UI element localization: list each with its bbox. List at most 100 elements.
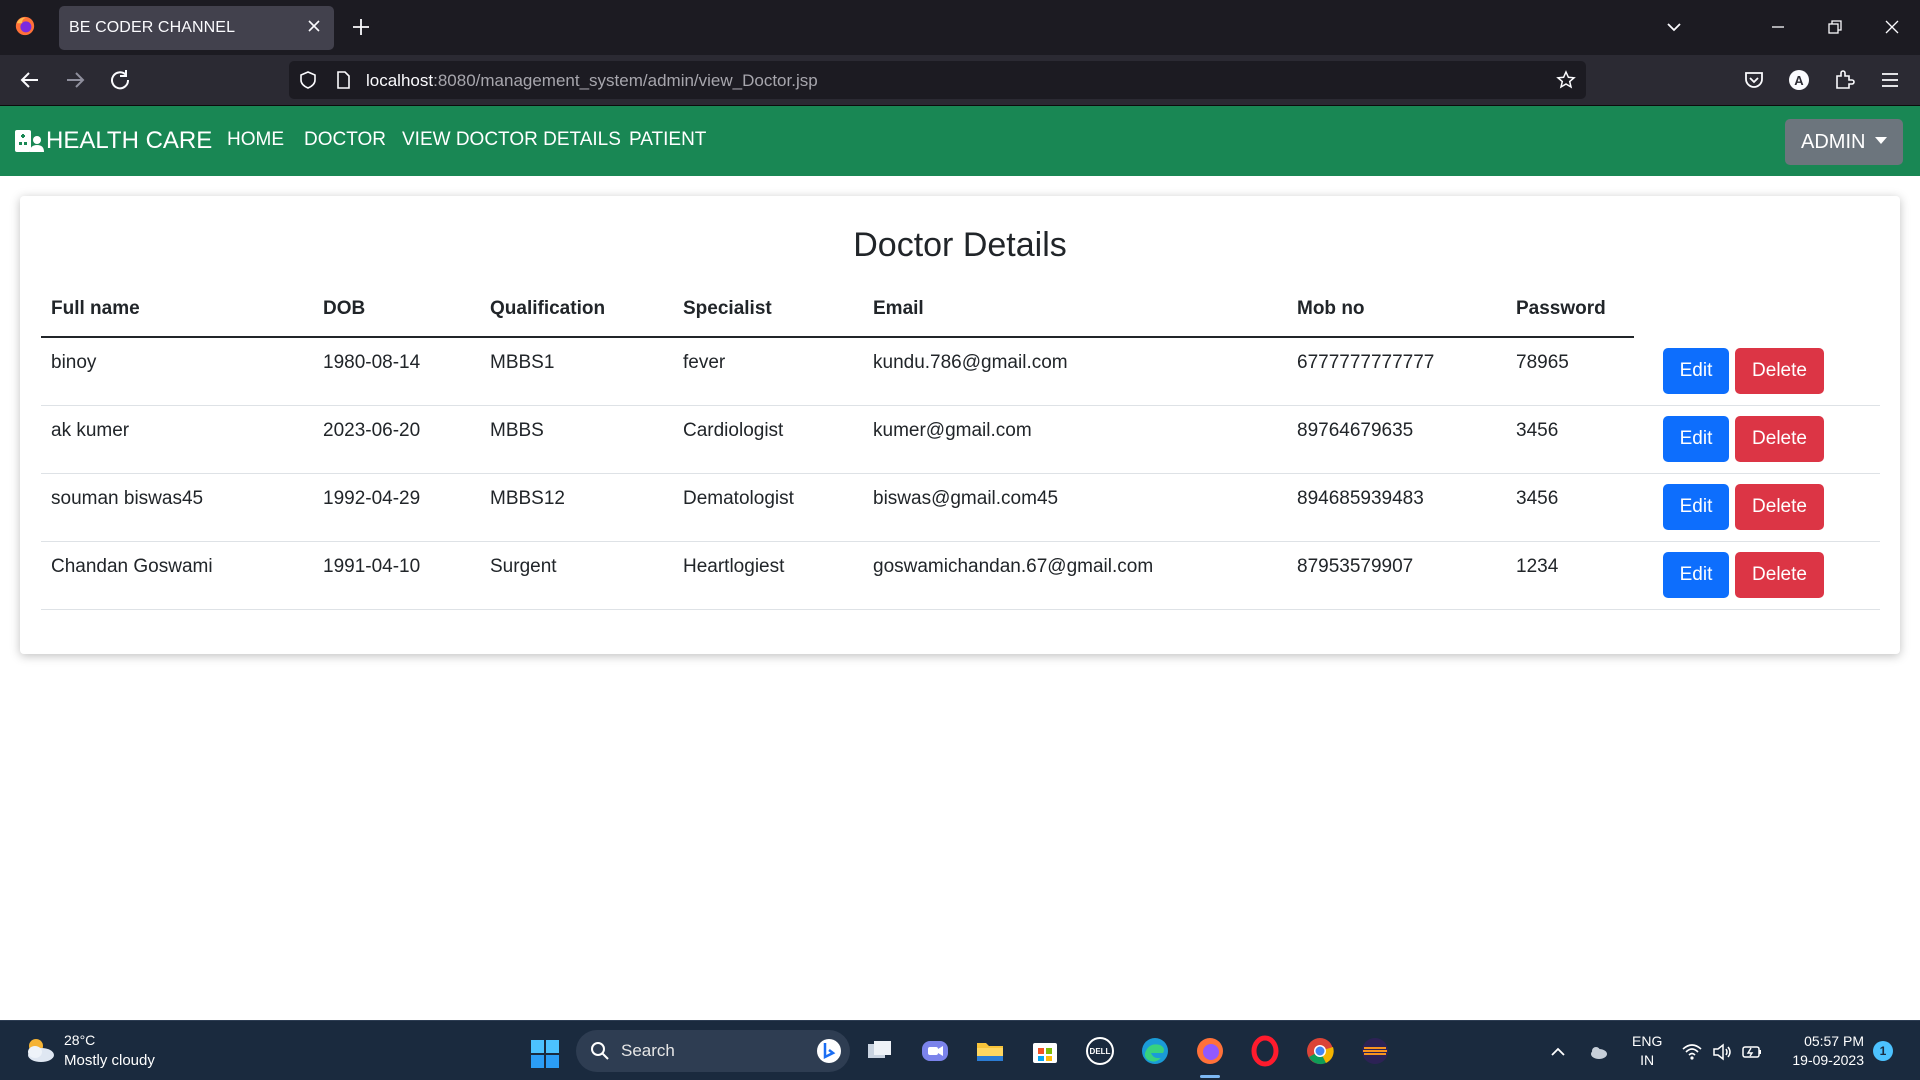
- url-bar[interactable]: localhost:8080/management_system/admin/v…: [289, 61, 1586, 99]
- nav-home[interactable]: HOME: [227, 129, 284, 151]
- url-text[interactable]: localhost:8080/management_system/admin/v…: [366, 71, 818, 91]
- pocket-icon[interactable]: [1742, 68, 1766, 92]
- cell-full-name: Chandan Goswami: [51, 556, 213, 577]
- volume-icon[interactable]: [1711, 1041, 1733, 1063]
- firefox-taskbar-icon[interactable]: [1194, 1035, 1226, 1067]
- delete-button[interactable]: Delete: [1735, 552, 1824, 598]
- edge-icon[interactable]: [1139, 1035, 1171, 1067]
- cell-dob: 1980-08-14: [323, 352, 421, 373]
- svg-text:A: A: [1794, 73, 1804, 88]
- cell-email: kundu.786@gmail.com: [873, 352, 1068, 373]
- account-icon[interactable]: A: [1787, 68, 1811, 92]
- cell-specialist: Heartlogiest: [683, 556, 785, 577]
- opera-icon[interactable]: [1249, 1035, 1281, 1067]
- cell-dob: 1991-04-10: [323, 556, 421, 577]
- bing-icon[interactable]: [816, 1038, 842, 1064]
- svg-text:DELL: DELL: [1090, 1047, 1111, 1056]
- admin-label: ADMIN: [1801, 130, 1866, 153]
- cell-password: 3456: [1516, 420, 1559, 441]
- minimize-icon[interactable]: [1768, 17, 1788, 37]
- column-header: Full name: [51, 298, 140, 319]
- cell-mobile: 87953579907: [1297, 556, 1414, 577]
- edit-button[interactable]: Edit: [1663, 552, 1729, 598]
- cell-specialist: Dematologist: [683, 488, 794, 509]
- column-header: DOB: [323, 298, 366, 319]
- cell-mobile: 894685939483: [1297, 488, 1424, 509]
- page-title: Doctor Details: [853, 226, 1067, 264]
- edit-button[interactable]: Edit: [1663, 348, 1729, 394]
- column-header: Email: [873, 298, 924, 319]
- show-hidden-icons-icon[interactable]: [1547, 1041, 1569, 1063]
- page-info-icon[interactable]: [333, 70, 353, 90]
- battery-icon[interactable]: [1741, 1041, 1763, 1063]
- nav-view-doctor-details[interactable]: VIEW DOCTOR DETAILS: [402, 129, 621, 151]
- file-explorer-icon[interactable]: [974, 1035, 1006, 1067]
- delete-button[interactable]: Delete: [1735, 416, 1824, 462]
- eclipse-icon[interactable]: [1359, 1035, 1391, 1067]
- language-indicator[interactable]: ENG IN: [1632, 1032, 1662, 1070]
- teams-chat-icon[interactable]: [919, 1035, 951, 1067]
- forward-icon[interactable]: [62, 67, 88, 93]
- cell-email: biswas@gmail.com45: [873, 488, 1059, 509]
- table-header: Full name DOB Qualification Specialist E…: [41, 288, 1634, 338]
- tracking-protection-icon[interactable]: [298, 70, 318, 90]
- cell-mobile: 89764679635: [1297, 420, 1414, 441]
- back-icon[interactable]: [17, 67, 43, 93]
- cell-password: 78965: [1516, 352, 1569, 373]
- menu-icon[interactable]: [1878, 68, 1902, 92]
- admin-dropdown-button[interactable]: ADMIN: [1785, 119, 1903, 165]
- brand-text: HEALTH CARE: [46, 127, 213, 154]
- edit-button[interactable]: Edit: [1663, 416, 1729, 462]
- app-navbar: HEALTH CARE HOME DOCTOR VIEW DOCTOR DETA…: [0, 106, 1920, 176]
- cell-full-name: ak kumer: [51, 420, 130, 441]
- close-window-icon[interactable]: [1882, 17, 1902, 37]
- delete-button[interactable]: Delete: [1735, 348, 1824, 394]
- edit-button[interactable]: Edit: [1663, 484, 1729, 530]
- delete-button[interactable]: Delete: [1735, 484, 1824, 530]
- list-all-tabs-icon[interactable]: [1664, 17, 1684, 37]
- doctor-table: Full name DOB Qualification Specialist E…: [41, 288, 1880, 610]
- weather-temperature[interactable]: 28°C: [64, 1032, 95, 1048]
- browser-tab-active[interactable]: BE CODER CHANNEL: [59, 6, 334, 50]
- taskbar-search[interactable]: Search: [576, 1030, 850, 1072]
- notification-badge[interactable]: 1: [1873, 1041, 1893, 1061]
- table-row: Chandan Goswami 1991-04-10 Surgent Heartlog…: [41, 542, 1880, 610]
- column-header: Qualification: [490, 298, 606, 319]
- system-clock[interactable]: 05:57 PM 19-09-2023: [1780, 1032, 1864, 1070]
- bookmark-star-icon[interactable]: [1556, 70, 1576, 90]
- cell-dob: 2023-06-20: [323, 420, 421, 441]
- reload-icon[interactable]: [107, 67, 133, 93]
- caret-down-icon: [1875, 136, 1888, 144]
- task-view-icon[interactable]: [864, 1035, 896, 1067]
- wifi-icon[interactable]: [1681, 1041, 1703, 1063]
- cell-specialist: fever: [683, 352, 726, 373]
- close-tab-icon[interactable]: [304, 16, 324, 36]
- hospital-user-icon: [15, 130, 44, 152]
- dell-icon[interactable]: DELL: [1084, 1035, 1116, 1067]
- table-row: binoy 1980-08-14 MBBS1 fever kundu.786@gmail…: [41, 338, 1880, 406]
- firefox-icon[interactable]: [14, 15, 36, 37]
- table-row: ak kumer 2023-06-20 MBBS Cardiologist kumer@…: [41, 406, 1880, 474]
- nav-patient[interactable]: PATIENT: [629, 129, 706, 151]
- column-header: Password: [1516, 298, 1606, 319]
- cell-qualification: MBBS: [490, 420, 544, 441]
- column-header: Specialist: [683, 298, 772, 319]
- browser-toolbar: localhost:8080/management_system/admin/v…: [0, 55, 1920, 106]
- cell-dob: 1992-04-29: [323, 488, 421, 509]
- search-placeholder: Search: [621, 1041, 675, 1060]
- new-tab-icon[interactable]: [350, 16, 372, 38]
- cell-mobile: 6777777777777: [1297, 352, 1435, 373]
- cell-full-name: souman biswas45: [51, 488, 204, 509]
- weather-description[interactable]: Mostly cloudy: [64, 1052, 155, 1069]
- extensions-icon[interactable]: [1832, 68, 1856, 92]
- onedrive-icon[interactable]: [1587, 1041, 1609, 1063]
- cell-full-name: binoy: [51, 352, 97, 373]
- chrome-icon[interactable]: [1304, 1035, 1336, 1067]
- windows-start-icon[interactable]: [530, 1039, 560, 1069]
- doctor-details-card: Doctor Details Full name DOB Qualificati…: [20, 196, 1900, 654]
- restore-icon[interactable]: [1825, 17, 1845, 37]
- cloudy-weather-icon[interactable]: [22, 1035, 56, 1065]
- microsoft-store-icon[interactable]: [1029, 1035, 1061, 1067]
- nav-doctor[interactable]: DOCTOR: [304, 129, 386, 151]
- brand[interactable]: HEALTH CARE: [14, 126, 212, 156]
